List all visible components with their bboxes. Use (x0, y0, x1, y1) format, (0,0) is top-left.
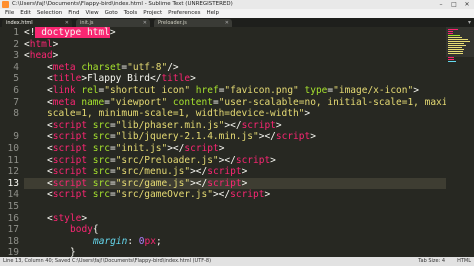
line-number: 16 (7, 212, 19, 224)
minimap-line (448, 41, 470, 42)
line-number: 17 (7, 224, 19, 236)
code-line: scale=1, minimum-scale=1, width=device-w… (47, 108, 311, 120)
close-icon[interactable]: ✕ (462, 1, 472, 8)
tab-dropdown-icon[interactable]: ▾ (468, 19, 471, 27)
tab-bar: index.html ✕ init.js ✕ Preloader.js ✕ ▾ (0, 18, 474, 27)
minimize-icon[interactable]: – (436, 1, 446, 8)
line-number: 9 (13, 131, 19, 143)
menu-edit[interactable]: Edit (17, 9, 34, 18)
maximize-icon[interactable]: □ (449, 1, 459, 8)
minimap-line (448, 61, 456, 62)
status-message: Line 13, Column 40; Saved C:\Users\faj!\… (3, 258, 212, 264)
menu-help[interactable]: Help (203, 9, 222, 18)
code-line: <script src="src/Preloader.js"></script> (47, 154, 276, 166)
tab-close-icon[interactable]: ✕ (225, 19, 229, 27)
line-number: 11 (7, 154, 19, 166)
window-title: C:\Users\faj!\Documents\Flappy-bird\inde… (12, 1, 233, 7)
line-number: 4 (13, 61, 19, 73)
line-number: 14 (7, 189, 19, 201)
minimap-line (448, 37, 462, 38)
code-line: <script src="lib/jquery-2.1.4.min.js"></… (47, 131, 316, 143)
minimap-line (448, 31, 453, 32)
minimap-line (448, 59, 454, 60)
menu-bar: File Edit Selection Find View Goto Tools… (0, 9, 474, 18)
sublime-logo-icon (2, 1, 9, 8)
minimap-line (448, 29, 458, 30)
code-editor[interactable]: <! doctype html> <html> <head> <meta cha… (24, 27, 470, 258)
minimap-line (448, 49, 464, 50)
syntax-selector[interactable]: HTML (457, 257, 471, 266)
line-number-gutter: 1 2 3 4 5 6 7 8 9 10 11 12 13 14 15 16 1… (0, 27, 20, 258)
code-line: <script src="lib/phaser.min.js"></script… (47, 119, 282, 131)
tab-preloader-js[interactable]: Preloader.js ✕ (154, 19, 232, 27)
menu-view[interactable]: View (83, 9, 102, 18)
minimap-line (448, 35, 460, 36)
code-line: body{ (70, 224, 99, 236)
menu-selection[interactable]: Selection (34, 9, 65, 18)
minimap-line (448, 39, 468, 40)
line-number: 2 (13, 38, 19, 50)
tab-close-icon[interactable]: ✕ (143, 19, 147, 27)
code-line: <! doctype html> (24, 27, 116, 38)
code-line: margin: 0px; (93, 235, 162, 247)
menu-goto[interactable]: Goto (102, 9, 121, 18)
line-number-current: 13 (7, 177, 19, 189)
line-number: 8 (13, 108, 19, 120)
minimap-line (448, 33, 453, 34)
tab-size-selector[interactable]: Tab Size: 4 (418, 257, 445, 266)
line-number: 15 (7, 201, 19, 212)
menu-tools[interactable]: Tools (121, 9, 141, 18)
menu-find[interactable]: Find (65, 9, 82, 18)
minimap-line (448, 51, 463, 52)
line-number: 18 (7, 235, 19, 247)
code-line: <style> (47, 212, 88, 224)
window-controls: – □ ✕ (436, 1, 472, 8)
minimap-line (448, 53, 463, 54)
line-number: 10 (7, 143, 19, 154)
doctype-highlight: doctype html (35, 27, 110, 38)
code-line-current: <script src="src/game.js"></script> (47, 177, 248, 189)
minimap-line (448, 43, 464, 44)
code-line: <link rel="shortcut icon" href="favicon.… (47, 85, 419, 96)
minimap[interactable] (446, 27, 474, 257)
line-number: 12 (7, 166, 19, 178)
minimap-line (448, 45, 466, 46)
code-line: <script src="src/gameOver.js"></script> (47, 189, 271, 201)
tab-init-js[interactable]: init.js ✕ (76, 19, 150, 27)
code-line: <head> (24, 50, 59, 62)
code-line: <html> (24, 38, 59, 50)
code-line: <title>Flappy Bird</title> (47, 73, 196, 85)
code-line: <script src="init.js"></script> (47, 143, 225, 154)
code-line: <meta charset="utf-8"/> (47, 61, 179, 73)
tab-label: init.js (80, 20, 94, 26)
tab-index-html[interactable]: index.html ✕ (2, 19, 72, 27)
minimap-line (448, 57, 454, 58)
line-number: 1 (13, 27, 19, 38)
tab-close-icon[interactable]: ✕ (65, 19, 69, 27)
status-bar: Line 13, Column 40; Saved C:\Users\faj!\… (0, 257, 474, 266)
tab-label: Preloader.js (158, 20, 187, 26)
line-number: 5 (13, 73, 19, 85)
line-number: 7 (13, 96, 19, 108)
menu-preferences[interactable]: Preferences (165, 9, 203, 18)
line-number: 6 (13, 85, 19, 96)
menu-project[interactable]: Project (140, 9, 165, 18)
line-number: 3 (13, 50, 19, 62)
code-line: <meta name="viewport" content="user-scal… (47, 96, 471, 108)
menu-file[interactable]: File (2, 9, 17, 18)
code-line: <script src="src/menu.js"></script> (47, 166, 248, 178)
minimap-line (448, 47, 462, 48)
tab-label: index.html (6, 20, 33, 26)
